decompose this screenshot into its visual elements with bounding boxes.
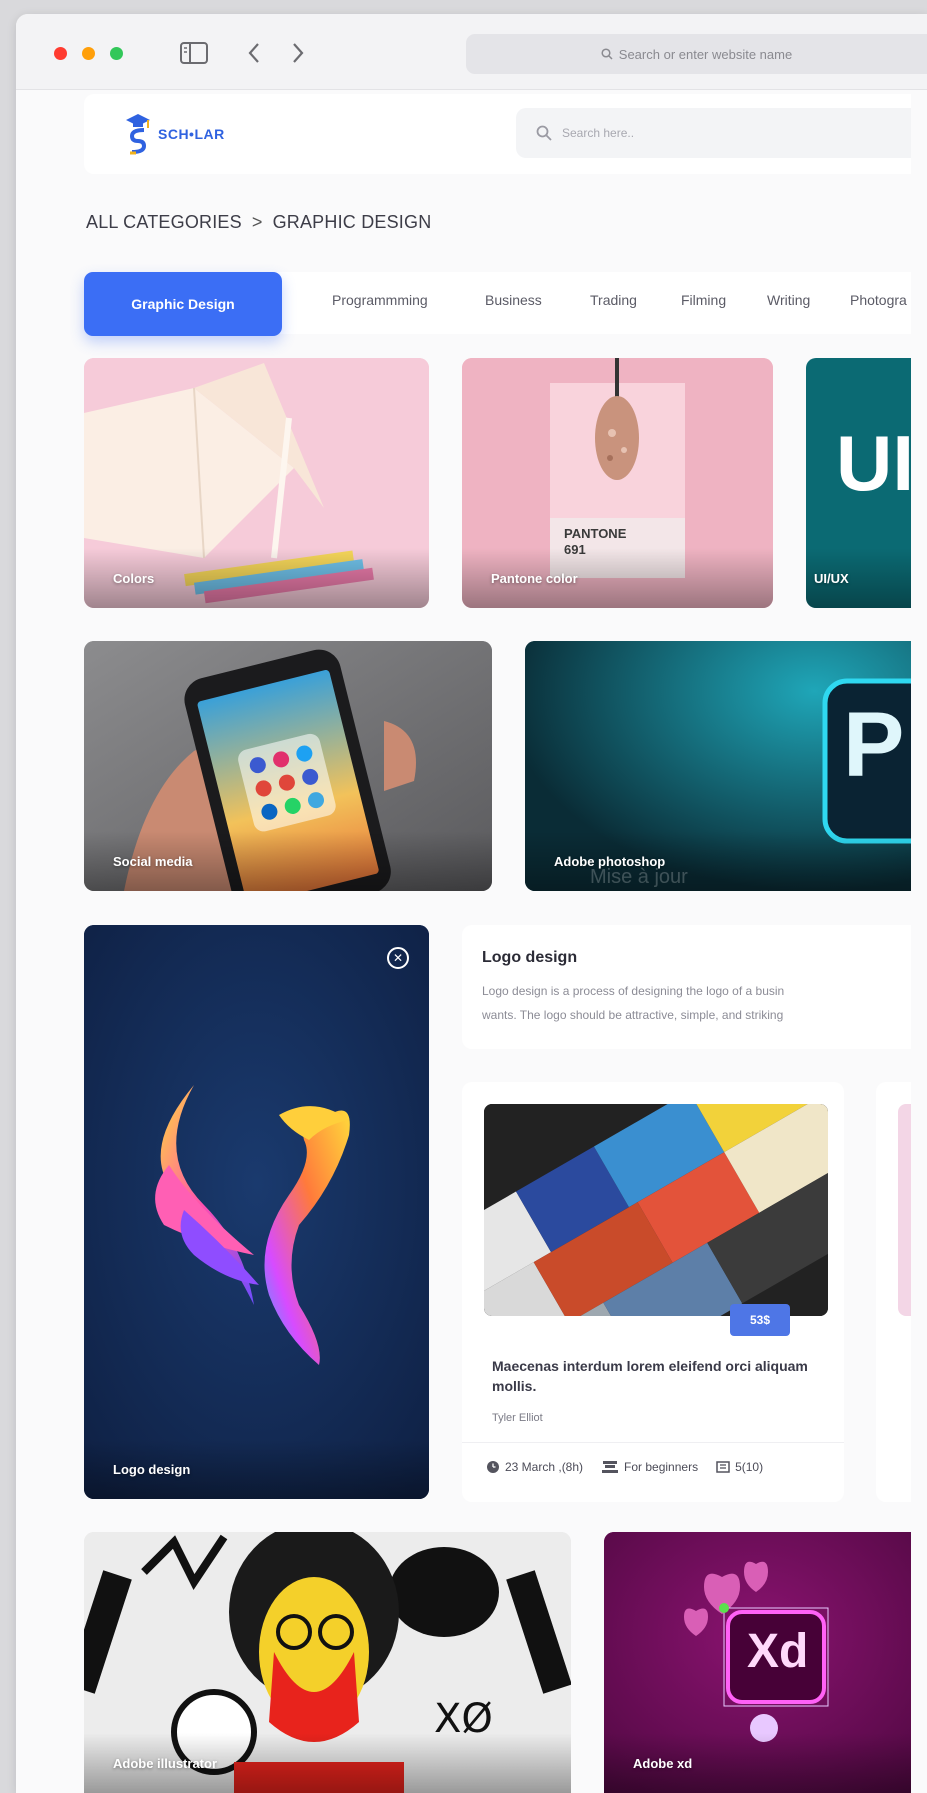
course-author: Tyler Elliot <box>492 1412 543 1424</box>
photoshop-big-letter: P <box>843 694 905 796</box>
lessons-icon <box>716 1461 730 1473</box>
level-icon <box>602 1461 619 1473</box>
search-placeholder: Search here.. <box>562 126 635 140</box>
course-meta: 23 March ,(8h) For beginners 5(10) <box>486 1460 763 1474</box>
browser-window: Search or enter website name SCH•LAR Sea… <box>16 14 927 1793</box>
back-icon[interactable] <box>242 40 266 66</box>
info-title: Logo design <box>482 949 578 966</box>
card-caption: UI/UX <box>814 571 849 586</box>
magazines-image <box>484 1104 828 1316</box>
logo-text: SCH•LAR <box>158 126 225 142</box>
xd-big-letters: Xd <box>747 1625 809 1678</box>
tab-graphic-design[interactable]: Graphic Design <box>84 272 282 336</box>
category-card-pantone[interactable]: PANTONE 691 Pantone color <box>462 358 773 608</box>
close-icon[interactable]: ✕ <box>387 947 409 969</box>
meta-date: 23 March ,(8h) <box>486 1460 583 1474</box>
card-caption: Adobe illustrator <box>113 1756 218 1771</box>
meta-lessons-text: 5(10) <box>735 1460 764 1474</box>
tab-writing[interactable]: Writing <box>767 292 810 308</box>
overlay-watermark: Mise à jour <box>590 866 688 888</box>
breadcrumb-current: GRAPHIC DESIGN <box>272 212 432 232</box>
search-icon <box>536 125 552 141</box>
breadcrumb-separator: > <box>251 212 263 232</box>
category-card-uiux[interactable]: UI UI/UX <box>806 358 911 608</box>
meta-level-text: For beginners <box>624 1460 699 1474</box>
scholar-logo-icon <box>126 114 150 155</box>
tab-photography[interactable]: Photogra <box>850 292 907 308</box>
meta-date-text: 23 March ,(8h) <box>505 1460 584 1474</box>
info-description-line-2: wants. The logo should be attractive, si… <box>482 1008 784 1022</box>
uiux-big-letters: UI <box>836 419 911 507</box>
category-card-colors[interactable]: Colors <box>84 358 429 608</box>
card-caption: Adobe xd <box>633 1756 693 1771</box>
tab-trading[interactable]: Trading <box>590 292 637 308</box>
tab-business[interactable]: Business <box>485 292 542 308</box>
forward-icon[interactable] <box>286 40 310 66</box>
course-card[interactable]: 53$ Maecenas interdum lorem eleifend orc… <box>462 1082 844 1502</box>
category-card-social-media[interactable]: Social media <box>84 641 492 891</box>
site-search-input[interactable]: Search here.. <box>516 108 911 158</box>
phoenix-logo-image <box>84 925 429 1499</box>
course-thumbnail <box>484 1104 828 1316</box>
search-icon <box>601 48 613 60</box>
clock-icon <box>487 1461 499 1473</box>
site-header: SCH•LAR Search here.. <box>84 94 911 174</box>
card-caption: Social media <box>113 854 193 869</box>
course-thumbnail-partial <box>898 1104 911 1316</box>
category-info-panel: Logo design Logo design is a process of … <box>462 925 911 1049</box>
address-bar[interactable]: Search or enter website name <box>466 34 927 74</box>
address-bar-placeholder: Search or enter website name <box>618 46 793 62</box>
category-card-photoshop[interactable]: P Adobe photoshop <box>525 641 911 891</box>
maximize-window-button[interactable] <box>110 47 123 60</box>
category-card-illustrator[interactable]: XØ Adobe illustrator <box>84 1532 571 1793</box>
minimize-window-button[interactable] <box>82 47 95 60</box>
course-card-partial[interactable] <box>876 1082 911 1502</box>
sidebar-toggle-icon[interactable] <box>178 40 210 66</box>
logo[interactable]: SCH•LAR <box>124 109 225 159</box>
category-card-logo-design[interactable]: ✕ Logo design <box>84 925 429 1499</box>
tab-programming[interactable]: Programmming <box>332 292 428 308</box>
card-caption: Logo design <box>113 1462 191 1477</box>
card-caption: Pantone color <box>491 571 578 586</box>
course-title[interactable]: Maecenas interdum lorem eleifend orci al… <box>492 1356 812 1396</box>
divider <box>462 1442 844 1443</box>
category-card-xd[interactable]: Xd Adobe xd <box>604 1532 911 1793</box>
card-caption: Colors <box>113 571 155 586</box>
breadcrumb: ALL CATEGORIES > GRAPHIC DESIGN <box>86 212 431 233</box>
breadcrumb-root[interactable]: ALL CATEGORIES <box>86 212 242 233</box>
info-description-line-1: Logo design is a process of designing th… <box>482 984 785 998</box>
close-window-button[interactable] <box>54 47 67 60</box>
price-badge: 53$ <box>730 1304 790 1336</box>
category-tabs: Graphic Design Programmming Business Tra… <box>84 272 911 336</box>
browser-toolbar: Search or enter website name <box>16 14 927 90</box>
meta-lessons: 5(10) <box>716 1460 763 1474</box>
tab-filming[interactable]: Filming <box>681 292 726 308</box>
meta-level: For beginners <box>601 1460 698 1474</box>
